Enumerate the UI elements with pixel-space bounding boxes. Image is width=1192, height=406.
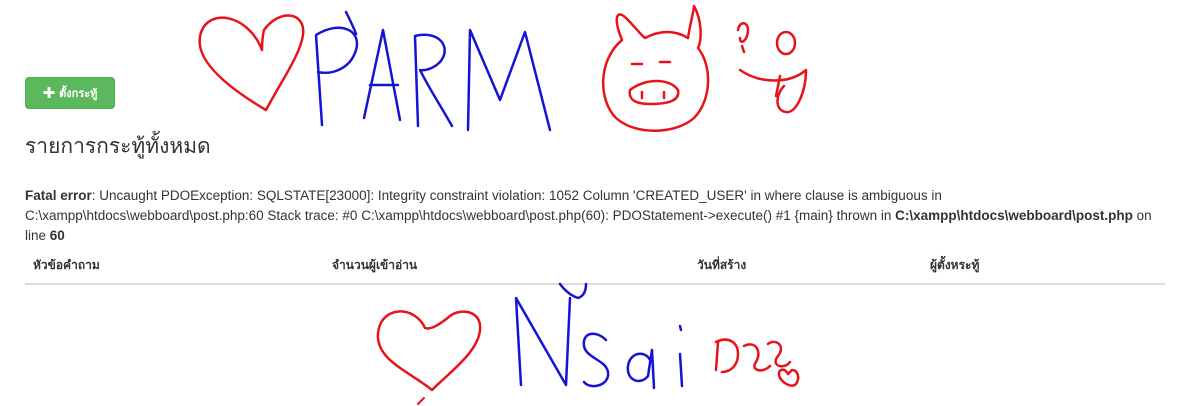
squiggle-loop-doodle — [738, 68, 808, 114]
error-label: Fatal error — [25, 188, 92, 203]
scribble-doodle — [714, 338, 792, 374]
squiggle-circle-doodle — [775, 30, 797, 56]
handwriting-i — [678, 324, 684, 388]
handwriting-parm-a — [362, 28, 402, 122]
plus-icon: ✚ — [42, 83, 56, 102]
column-header-created-date: วันที่สร้าง — [697, 258, 747, 272]
handwriting-parm-r — [413, 33, 454, 128]
handwriting-mark — [558, 282, 588, 300]
squiggle-doodle — [736, 22, 750, 54]
heart-doodle-top — [198, 14, 305, 112]
handwriting-a — [626, 348, 656, 390]
error-text: : Uncaught PDOException: SQLSTATE[23000]… — [25, 188, 942, 223]
pig-face-doodle — [602, 4, 710, 132]
topics-table-header: หัวข้อคำถาม จำนวนผู้เข้าอ่าน วันที่สร้าง… — [25, 253, 1165, 285]
page-title: รายการกระทู้ทั้งหมด — [25, 134, 211, 158]
handwriting-n — [514, 296, 572, 387]
handwriting-parm-p — [314, 26, 359, 127]
handwriting-s — [582, 332, 610, 388]
pig-snout-doodle — [628, 79, 680, 106]
create-topic-label: ตั้งกระทู้ — [59, 87, 98, 100]
handwriting-tone-mark — [344, 10, 358, 36]
fatal-error-message: Fatal error: Uncaught PDOException: SQLS… — [25, 186, 1165, 246]
create-topic-button[interactable]: ✚ ตั้งกระทู้ — [25, 77, 115, 109]
tick-mark-doodle — [417, 397, 425, 405]
error-file: C:\xampp\htdocs\webboard\post.php — [895, 208, 1133, 223]
column-header-topic: หัวข้อคำถาม — [33, 258, 100, 272]
handwriting-parm-m — [466, 28, 552, 132]
column-header-author: ผู้ตั้งหระทู้ — [930, 258, 980, 272]
small-heart-doodle — [777, 368, 800, 387]
error-line-number: 60 — [49, 228, 65, 243]
column-header-views: จำนวนผู้เข้าอ่าน — [332, 258, 418, 272]
pig-eye-doodle — [630, 60, 672, 66]
heart-doodle-bottom — [376, 310, 482, 392]
